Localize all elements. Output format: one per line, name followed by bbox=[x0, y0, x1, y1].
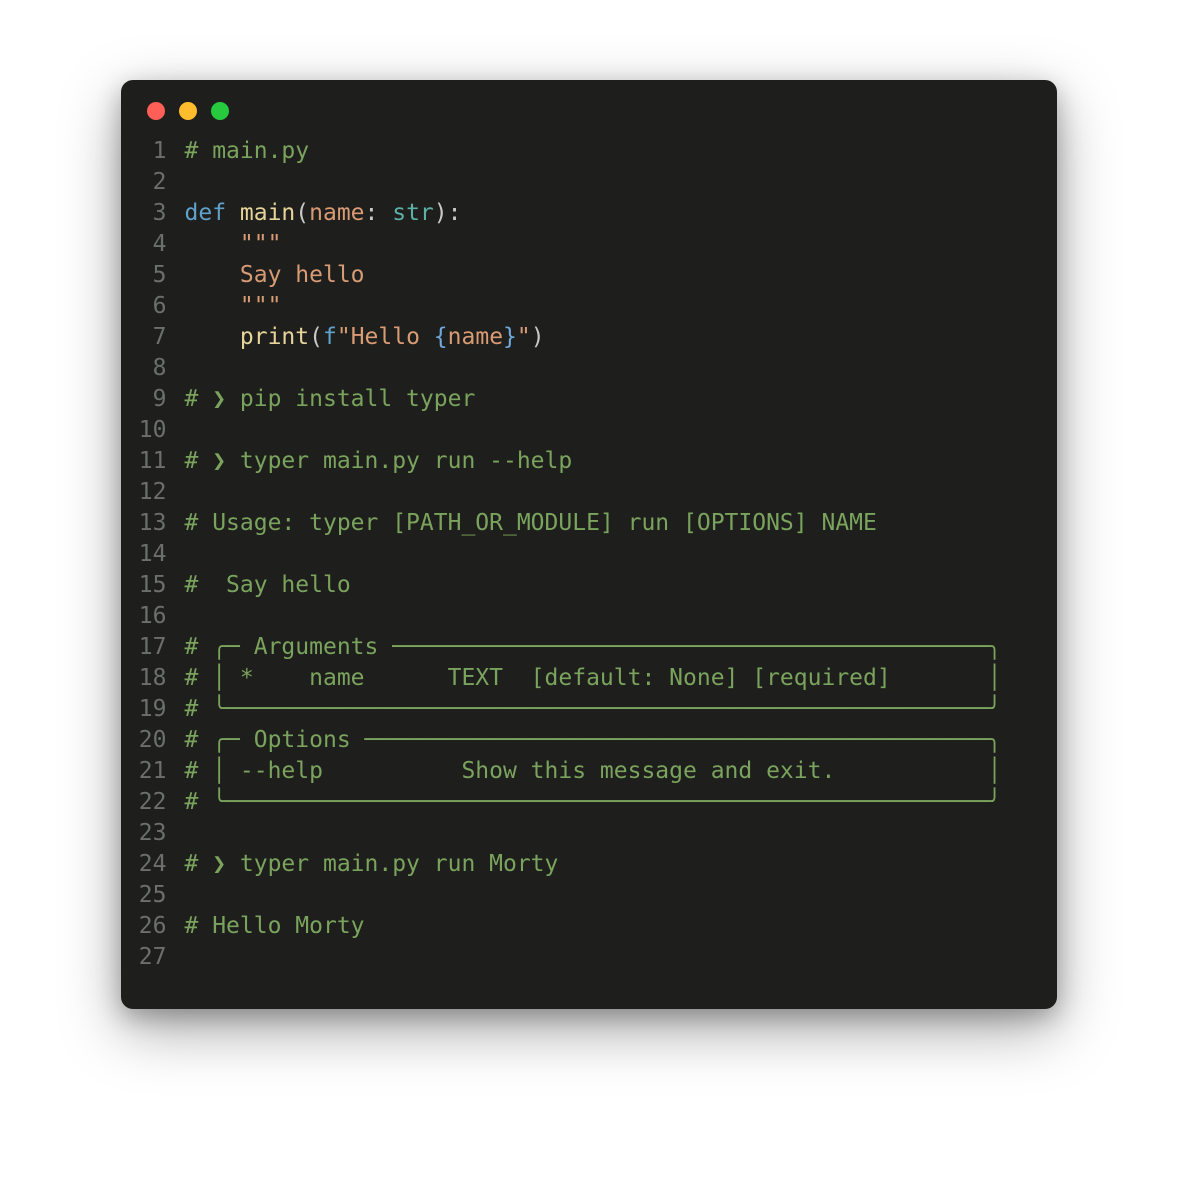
code-line: 9# ❯ pip install typer bbox=[133, 384, 1033, 415]
code-content: print(f"Hello {name}") bbox=[185, 322, 1033, 353]
code-content bbox=[185, 942, 1033, 973]
line-number: 18 bbox=[133, 663, 185, 694]
code-content bbox=[185, 601, 1033, 632]
line-number: 14 bbox=[133, 539, 185, 570]
line-number: 22 bbox=[133, 787, 185, 818]
line-number: 16 bbox=[133, 601, 185, 632]
code-line: 22# ╰───────────────────────────────────… bbox=[133, 787, 1033, 818]
line-number: 21 bbox=[133, 756, 185, 787]
code-content: # ╰─────────────────────────────────────… bbox=[185, 787, 1033, 818]
line-number: 7 bbox=[133, 322, 185, 353]
code-content bbox=[185, 880, 1033, 911]
code-editor[interactable]: 1# main.py23def main(name: str):4 """5 S… bbox=[121, 136, 1057, 981]
code-line: 19# ╰───────────────────────────────────… bbox=[133, 694, 1033, 725]
code-line: 17# ╭─ Arguments ───────────────────────… bbox=[133, 632, 1033, 663]
code-line: 26# Hello Morty bbox=[133, 911, 1033, 942]
code-content: """ bbox=[185, 291, 1033, 322]
code-content: # Usage: typer [PATH_OR_MODULE] run [OPT… bbox=[185, 508, 1033, 539]
code-content: # ❯ typer main.py run --help bbox=[185, 446, 1033, 477]
code-content bbox=[185, 477, 1033, 508]
line-number: 25 bbox=[133, 880, 185, 911]
code-line: 6 """ bbox=[133, 291, 1033, 322]
line-number: 5 bbox=[133, 260, 185, 291]
code-content: # Hello Morty bbox=[185, 911, 1033, 942]
code-content: # Say hello bbox=[185, 570, 1033, 601]
code-content: # ❯ pip install typer bbox=[185, 384, 1033, 415]
code-content: # main.py bbox=[185, 136, 1033, 167]
code-line: 27 bbox=[133, 942, 1033, 973]
code-content bbox=[185, 818, 1033, 849]
code-content: Say hello bbox=[185, 260, 1033, 291]
line-number: 8 bbox=[133, 353, 185, 384]
line-number: 17 bbox=[133, 632, 185, 663]
line-number: 20 bbox=[133, 725, 185, 756]
close-icon[interactable] bbox=[147, 102, 165, 120]
line-number: 15 bbox=[133, 570, 185, 601]
line-number: 19 bbox=[133, 694, 185, 725]
code-content: # ╭─ Arguments ─────────────────────────… bbox=[185, 632, 1033, 663]
code-line: 12 bbox=[133, 477, 1033, 508]
line-number: 23 bbox=[133, 818, 185, 849]
code-line: 18# │ * name TEXT [default: None] [requi… bbox=[133, 663, 1033, 694]
code-content bbox=[185, 415, 1033, 446]
code-line: 14 bbox=[133, 539, 1033, 570]
line-number: 26 bbox=[133, 911, 185, 942]
code-content: # ╭─ Options ───────────────────────────… bbox=[185, 725, 1033, 756]
line-number: 12 bbox=[133, 477, 185, 508]
maximize-icon[interactable] bbox=[211, 102, 229, 120]
code-line: 21# │ --help Show this message and exit.… bbox=[133, 756, 1033, 787]
code-line: 16 bbox=[133, 601, 1033, 632]
code-content bbox=[185, 539, 1033, 570]
line-number: 6 bbox=[133, 291, 185, 322]
code-line: 2 bbox=[133, 167, 1033, 198]
line-number: 1 bbox=[133, 136, 185, 167]
code-line: 7 print(f"Hello {name}") bbox=[133, 322, 1033, 353]
line-number: 24 bbox=[133, 849, 185, 880]
line-number: 9 bbox=[133, 384, 185, 415]
code-line: 8 bbox=[133, 353, 1033, 384]
code-line: 1# main.py bbox=[133, 136, 1033, 167]
code-content: # │ * name TEXT [default: None] [require… bbox=[185, 663, 1033, 694]
code-content bbox=[185, 353, 1033, 384]
code-line: 20# ╭─ Options ─────────────────────────… bbox=[133, 725, 1033, 756]
code-line: 25 bbox=[133, 880, 1033, 911]
code-line: 3def main(name: str): bbox=[133, 198, 1033, 229]
code-content: def main(name: str): bbox=[185, 198, 1033, 229]
code-content bbox=[185, 167, 1033, 198]
code-content: # │ --help Show this message and exit. │ bbox=[185, 756, 1033, 787]
line-number: 13 bbox=[133, 508, 185, 539]
line-number: 4 bbox=[133, 229, 185, 260]
line-number: 27 bbox=[133, 942, 185, 973]
code-line: 4 """ bbox=[133, 229, 1033, 260]
line-number: 11 bbox=[133, 446, 185, 477]
code-content: # ╰─────────────────────────────────────… bbox=[185, 694, 1033, 725]
code-content: """ bbox=[185, 229, 1033, 260]
code-window: 1# main.py23def main(name: str):4 """5 S… bbox=[121, 80, 1057, 1009]
code-line: 24# ❯ typer main.py run Morty bbox=[133, 849, 1033, 880]
window-titlebar bbox=[121, 80, 1057, 136]
code-line: 5 Say hello bbox=[133, 260, 1033, 291]
code-line: 23 bbox=[133, 818, 1033, 849]
code-content: # ❯ typer main.py run Morty bbox=[185, 849, 1033, 880]
code-line: 15# Say hello bbox=[133, 570, 1033, 601]
minimize-icon[interactable] bbox=[179, 102, 197, 120]
line-number: 3 bbox=[133, 198, 185, 229]
line-number: 2 bbox=[133, 167, 185, 198]
code-line: 10 bbox=[133, 415, 1033, 446]
code-line: 13# Usage: typer [PATH_OR_MODULE] run [O… bbox=[133, 508, 1033, 539]
code-line: 11# ❯ typer main.py run --help bbox=[133, 446, 1033, 477]
line-number: 10 bbox=[133, 415, 185, 446]
